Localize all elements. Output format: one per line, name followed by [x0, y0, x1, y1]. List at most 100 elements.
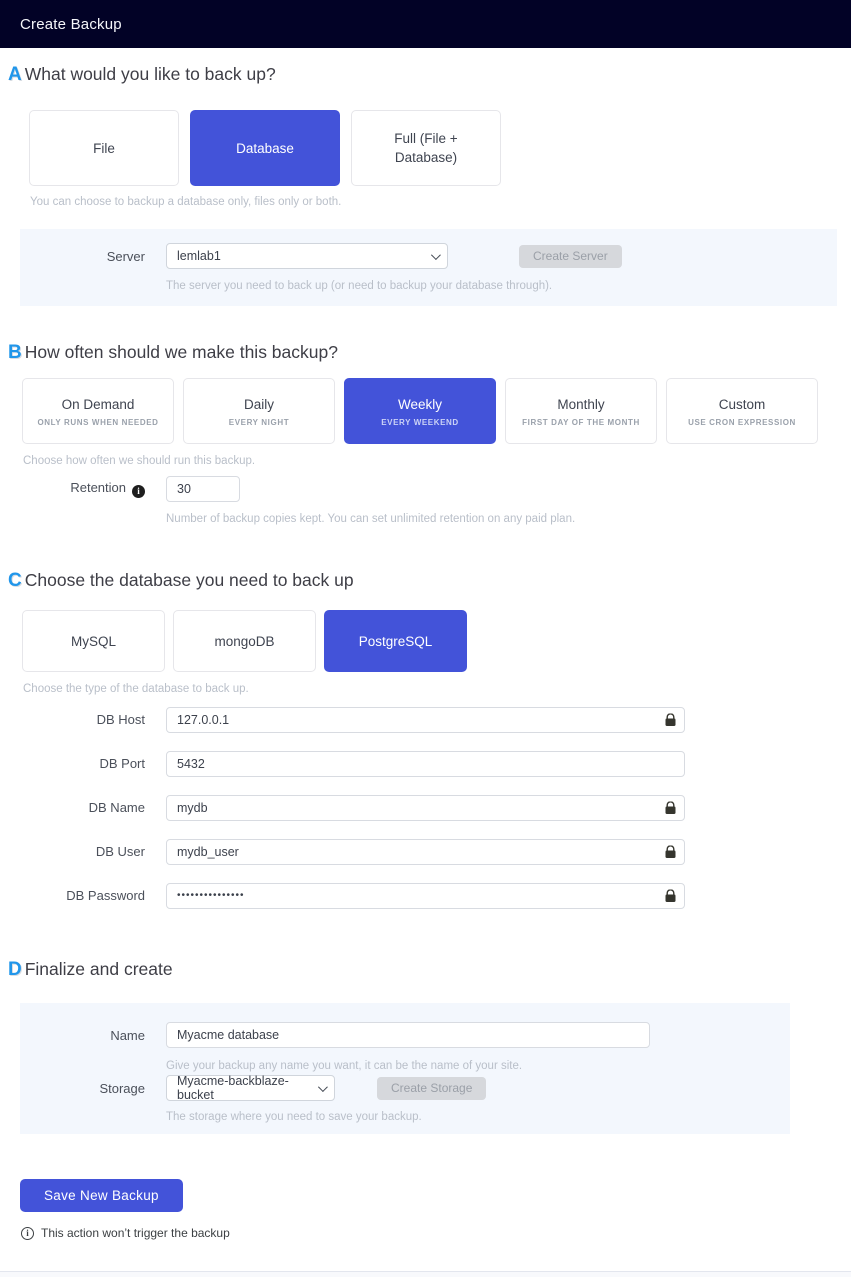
- option-label: Daily: [243, 397, 274, 412]
- section-d-heading: D Finalize and create: [0, 959, 851, 981]
- server-panel: Server lemlab1 Create Server The server …: [20, 229, 837, 306]
- server-select[interactable]: lemlab1: [166, 243, 448, 269]
- db-credential-fields: DB Host DB Port DB Name DB User DB Passw…: [0, 706, 851, 909]
- server-label: Server: [106, 248, 145, 264]
- db-user-input[interactable]: [166, 838, 685, 865]
- option-sublabel: EVERY WEEKEND: [381, 418, 459, 427]
- section-a-title: What would you like to back up?: [24, 64, 276, 84]
- db-password-row: DB Password: [0, 882, 851, 909]
- option-sublabel: FIRST DAY OF THE MONTH: [522, 418, 640, 427]
- section-c-title: Choose the database you need to back up: [24, 570, 354, 590]
- db-password-input[interactable]: [166, 882, 685, 909]
- frequency-monthly[interactable]: Monthly FIRST DAY OF THE MONTH: [505, 378, 657, 444]
- db-port-row: DB Port: [0, 750, 851, 777]
- option-sublabel: EVERY NIGHT: [228, 418, 290, 427]
- option-label: PostgreSQL: [358, 633, 433, 649]
- retention-label: Retention i: [0, 480, 145, 498]
- db-password-wrap: [166, 882, 685, 909]
- server-helper: The server you need to back up (or need …: [166, 280, 553, 292]
- option-label: On Demand: [61, 397, 135, 412]
- storage-select-value: Myacme-backblaze-bucket: [177, 1074, 289, 1102]
- storage-label: Storage: [99, 1080, 145, 1096]
- save-note: i This action won’t trigger the backup: [21, 1226, 851, 1240]
- frequency-options: On Demand ONLY RUNS WHEN NEEDED Daily EV…: [22, 378, 851, 444]
- storage-row: Storage Myacme-backblaze-bucket Create S…: [20, 1074, 790, 1102]
- section-d-letter: D: [8, 959, 22, 980]
- section-a-letter: A: [8, 64, 22, 85]
- option-label: mongoDB: [214, 633, 275, 649]
- frequency-on-demand[interactable]: On Demand ONLY RUNS WHEN NEEDED: [22, 378, 174, 444]
- section-d-title: Finalize and create: [24, 959, 173, 979]
- db-host-label: DB Host: [96, 712, 145, 727]
- db-name-wrap: [166, 794, 685, 821]
- section-c-heading: C Choose the database you need to back u…: [0, 570, 851, 592]
- frequency-daily[interactable]: Daily EVERY NIGHT: [183, 378, 335, 444]
- section-a-heading: A What would you like to back up?: [0, 64, 851, 86]
- backup-type-full[interactable]: Full (File + Database): [351, 110, 501, 186]
- retention-input[interactable]: [166, 476, 240, 502]
- backup-type-options: File Database Full (File + Database): [29, 110, 851, 186]
- create-storage-button[interactable]: Create Storage: [377, 1076, 487, 1100]
- backup-type-file[interactable]: File: [29, 110, 179, 186]
- storage-select[interactable]: Myacme-backblaze-bucket: [166, 1074, 335, 1102]
- db-port-label: DB Port: [99, 756, 145, 771]
- section-b-heading: B How often should we make this backup?: [0, 342, 851, 364]
- option-sublabel: ONLY RUNS WHEN NEEDED: [37, 418, 159, 427]
- info-circle-icon: i: [21, 1226, 34, 1240]
- db-type-mysql[interactable]: MySQL: [22, 610, 165, 672]
- database-type-options: MySQL mongoDB PostgreSQL: [22, 610, 851, 672]
- create-server-button[interactable]: Create Server: [519, 244, 622, 268]
- db-type-mongodb[interactable]: mongoDB: [173, 610, 316, 672]
- section-c-letter: C: [8, 570, 22, 591]
- option-label: MySQL: [70, 633, 116, 649]
- server-row: Server lemlab1 Create Server: [20, 243, 837, 269]
- option-label: Database: [236, 140, 294, 156]
- db-host-wrap: [166, 706, 685, 733]
- save-new-backup-button[interactable]: Save New Backup: [20, 1179, 183, 1212]
- chevron-down-icon: [430, 249, 441, 260]
- backup-type-database[interactable]: Database: [190, 110, 340, 186]
- name-row: Name: [20, 1022, 790, 1048]
- backup-name-helper: Give your backup any name you want, it c…: [166, 1060, 523, 1072]
- storage-select-wrap: Myacme-backblaze-bucket: [166, 1074, 335, 1102]
- backup-name-label: Name: [110, 1027, 145, 1043]
- save-note-text: This action won’t trigger the backup: [41, 1226, 230, 1240]
- backup-name-input[interactable]: [166, 1022, 650, 1048]
- db-type-postgresql[interactable]: PostgreSQL: [324, 610, 467, 672]
- frequency-custom[interactable]: Custom USE CRON EXPRESSION: [666, 378, 818, 444]
- db-host-row: DB Host: [0, 706, 851, 733]
- server-select-value: lemlab1: [177, 249, 221, 263]
- page-header: Create Backup: [0, 0, 851, 48]
- page-title: Create Backup: [20, 15, 122, 33]
- retention-row: Retention i: [0, 476, 851, 502]
- backup-name-wrap: [166, 1022, 650, 1048]
- frequency-helper: Choose how often we should run this back…: [23, 455, 256, 467]
- option-label: Full (File + Database): [394, 131, 458, 165]
- db-user-row: DB User: [0, 838, 851, 865]
- db-user-label: DB User: [95, 844, 145, 859]
- option-label: Weekly: [397, 397, 442, 412]
- db-port-input[interactable]: [166, 750, 685, 777]
- db-host-input[interactable]: [166, 706, 685, 733]
- info-icon[interactable]: i: [132, 484, 145, 498]
- frequency-weekly[interactable]: Weekly EVERY WEEKEND: [344, 378, 496, 444]
- backup-type-helper: You can choose to backup a database only…: [30, 196, 342, 208]
- chevron-down-icon: [317, 1081, 328, 1092]
- db-user-wrap: [166, 838, 685, 865]
- storage-helper: The storage where you need to save your …: [166, 1111, 422, 1123]
- option-label: Monthly: [557, 397, 605, 412]
- option-label: File: [93, 140, 115, 156]
- db-port-wrap: [166, 750, 685, 777]
- server-select-wrap: lemlab1: [166, 243, 448, 269]
- retention-input-wrap: [166, 476, 240, 502]
- finalize-panel: Name Give your backup any name you want,…: [20, 1003, 790, 1134]
- option-sublabel: USE CRON EXPRESSION: [688, 418, 796, 427]
- footer-strip: [0, 1271, 851, 1277]
- section-b-title: How often should we make this backup?: [24, 342, 338, 362]
- option-label: Custom: [718, 397, 766, 412]
- database-type-helper: Choose the type of the database to back …: [23, 683, 249, 695]
- db-name-label: DB Name: [88, 800, 145, 815]
- db-name-row: DB Name: [0, 794, 851, 821]
- db-password-label: DB Password: [66, 888, 145, 903]
- db-name-input[interactable]: [166, 794, 685, 821]
